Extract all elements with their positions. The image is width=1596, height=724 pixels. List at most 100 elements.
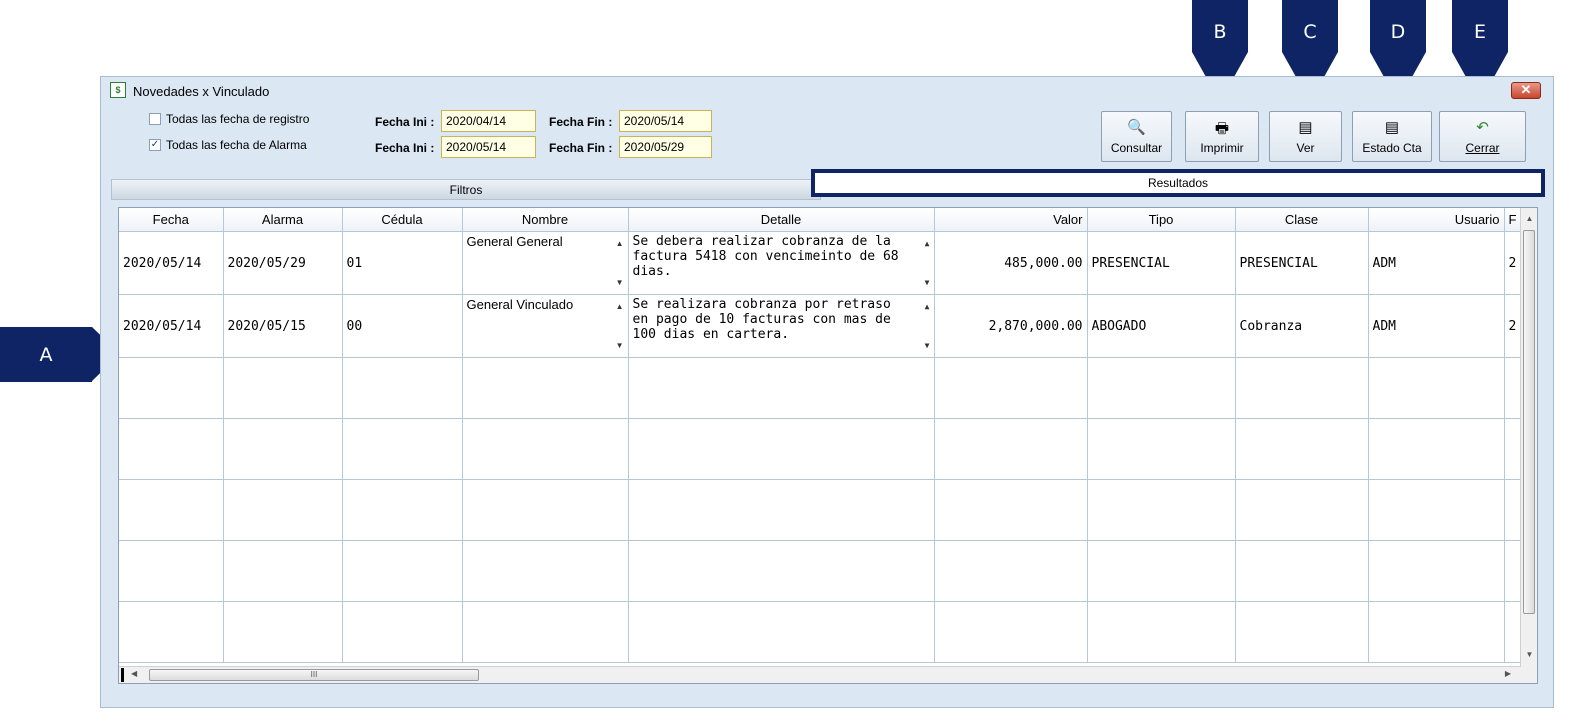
scroll-up-icon[interactable]: ▲	[616, 236, 624, 251]
tab-resultados[interactable]: Resultados	[811, 169, 1545, 197]
scroll-down-icon[interactable]: ▼	[616, 275, 624, 290]
cell-fecha: 2020/05/14	[119, 294, 224, 358]
scroll-down-icon[interactable]: ▼	[925, 275, 930, 290]
cell-cedula: 00	[342, 294, 463, 358]
title-bar: $ Novedades x Vinculado ✕	[101, 77, 1553, 103]
document-stack-icon: ▤	[1384, 119, 1400, 136]
column-header-cedula[interactable]: Cédula	[342, 208, 463, 232]
registro-fecha-ini-label: Fecha Ini :	[375, 115, 435, 129]
table-row[interactable]: 2020/05/14 2020/05/29 01 General General…	[119, 231, 1522, 295]
cell-alarma: 2020/05/15	[223, 294, 343, 358]
empty-row[interactable]	[119, 479, 1522, 541]
ver-button[interactable]: ▤ Ver	[1269, 111, 1342, 162]
imprimir-label: Imprimir	[1200, 141, 1244, 155]
scroll-down-icon[interactable]: ▼	[925, 338, 930, 353]
table-header-row: Fecha Alarma Cédula Nombre Detalle Valor…	[119, 208, 1522, 232]
row-indicator-mark	[121, 668, 124, 682]
novedades-window: $ Novedades x Vinculado ✕ Todas las fech…	[100, 76, 1554, 708]
cell-detalle: Se realizara cobranza por retraso en pag…	[628, 294, 935, 358]
alarma-fecha-fin-input[interactable]	[619, 136, 712, 158]
callout-e: E	[1452, 0, 1508, 102]
cell-valor: 485,000.00	[934, 231, 1088, 295]
empty-row[interactable]	[119, 357, 1522, 419]
scroll-up-arrow-icon[interactable]: ▲	[1521, 214, 1537, 223]
vertical-scroll-thumb[interactable]	[1523, 230, 1535, 614]
nombre-text: General General	[466, 234, 563, 249]
cell-valor: 2,870,000.00	[934, 294, 1088, 358]
scroll-down-icon[interactable]: ▼	[616, 338, 624, 353]
empty-row[interactable]	[119, 540, 1522, 602]
column-header-usuario[interactable]: Usuario	[1368, 208, 1505, 232]
cell-f: 2	[1504, 294, 1522, 358]
scroll-up-icon[interactable]: ▲	[616, 299, 624, 314]
registro-checkbox[interactable]: Todas las fecha de registro	[149, 112, 309, 126]
horizontal-scrollbar[interactable]: ◀ III ▶	[119, 666, 1521, 683]
column-header-clase[interactable]: Clase	[1235, 208, 1369, 232]
callout-a: A	[0, 327, 120, 382]
column-header-alarma[interactable]: Alarma	[223, 208, 343, 232]
registro-fecha-fin-label: Fecha Fin :	[549, 115, 613, 129]
cell-nombre: General Vinculado ▲ ▼	[462, 294, 629, 358]
scroll-right-arrow-icon[interactable]: ▶	[1505, 669, 1511, 678]
cerrar-button[interactable]: ↶ Cerrar	[1439, 111, 1526, 162]
alarma-checkbox-label: Todas las fecha de Alarma	[166, 138, 307, 152]
window-title: Novedades x Vinculado	[133, 84, 270, 99]
alarma-checkbox-box[interactable]: ✓	[149, 139, 161, 151]
column-header-valor[interactable]: Valor	[934, 208, 1088, 232]
cell-f: 2	[1504, 231, 1522, 295]
imprimir-button[interactable]: 🖶 Imprimir	[1185, 111, 1259, 162]
printer-icon: 🖶	[1214, 120, 1230, 137]
registro-checkbox-label: Todas las fecha de registro	[166, 112, 310, 126]
nombre-text: General Vinculado	[466, 297, 574, 312]
cell-clase: Cobranza	[1235, 294, 1369, 358]
cell-usuario: ADM	[1368, 294, 1505, 358]
callout-c: C	[1282, 0, 1338, 102]
column-header-fecha[interactable]: Fecha	[119, 208, 224, 232]
close-window-button[interactable]: ✕	[1511, 82, 1541, 99]
estado-cta-label: Estado Cta	[1362, 141, 1422, 155]
scroll-up-icon[interactable]: ▲	[925, 236, 930, 251]
cell-nombre: General General ▲ ▼	[462, 231, 629, 295]
registro-fecha-ini-input[interactable]	[441, 110, 536, 132]
empty-row[interactable]	[119, 418, 1522, 480]
results-table: Fecha Alarma Cédula Nombre Detalle Valor…	[119, 208, 1522, 663]
cell-alarma: 2020/05/29	[223, 231, 343, 295]
callout-b: B	[1192, 0, 1248, 102]
scroll-left-arrow-icon[interactable]: ◀	[131, 669, 137, 678]
registro-fecha-fin-input[interactable]	[619, 110, 712, 132]
cell-usuario: ADM	[1368, 231, 1505, 295]
results-grid: Fecha Alarma Cédula Nombre Detalle Valor…	[118, 207, 1538, 684]
column-header-f[interactable]: F	[1504, 208, 1522, 232]
document-icon: ▤	[1298, 119, 1313, 136]
cell-clase: PRESENCIAL	[1235, 231, 1369, 295]
cell-fecha: 2020/05/14	[119, 231, 224, 295]
registro-checkbox-box[interactable]	[149, 113, 161, 125]
alarma-fecha-ini-label: Fecha Ini :	[375, 141, 435, 155]
detalle-text: Se realizara cobranza por retraso en pag…	[632, 297, 891, 342]
tab-filtros[interactable]: Filtros	[111, 179, 821, 200]
alarma-checkbox[interactable]: ✓ Todas las fecha de Alarma	[149, 138, 307, 152]
consultar-label: Consultar	[1110, 141, 1163, 155]
cell-detalle: Se debera realizar cobranza de la factur…	[628, 231, 935, 295]
scroll-down-arrow-icon[interactable]: ▼	[1521, 650, 1537, 659]
cell-tipo: ABOGADO	[1087, 294, 1236, 358]
vertical-scrollbar[interactable]: ▲ ▼	[1520, 208, 1537, 683]
detalle-text: Se debera realizar cobranza de la factur…	[632, 234, 899, 279]
column-header-nombre[interactable]: Nombre	[462, 208, 629, 232]
cell-tipo: PRESENCIAL	[1087, 231, 1236, 295]
alarma-fecha-ini-input[interactable]	[441, 136, 536, 158]
horizontal-scroll-thumb[interactable]: III	[149, 669, 479, 681]
alarma-fecha-fin-label: Fecha Fin :	[549, 141, 613, 155]
scroll-up-icon[interactable]: ▲	[925, 299, 930, 314]
cerrar-label: Cerrar	[1465, 141, 1500, 155]
empty-row[interactable]	[119, 601, 1522, 663]
estado-cta-button[interactable]: ▤ Estado Cta	[1352, 111, 1432, 162]
table-row[interactable]: 2020/05/14 2020/05/15 00 General Vincula…	[119, 294, 1522, 358]
cell-cedula: 01	[342, 231, 463, 295]
column-header-tipo[interactable]: Tipo	[1087, 208, 1236, 232]
consultar-button[interactable]: 🔍 Consultar	[1101, 111, 1172, 162]
app-icon: $	[110, 82, 126, 98]
column-header-detalle[interactable]: Detalle	[628, 208, 935, 232]
callout-d: D	[1370, 0, 1426, 102]
undo-arrow-icon: ↶	[1476, 119, 1489, 136]
